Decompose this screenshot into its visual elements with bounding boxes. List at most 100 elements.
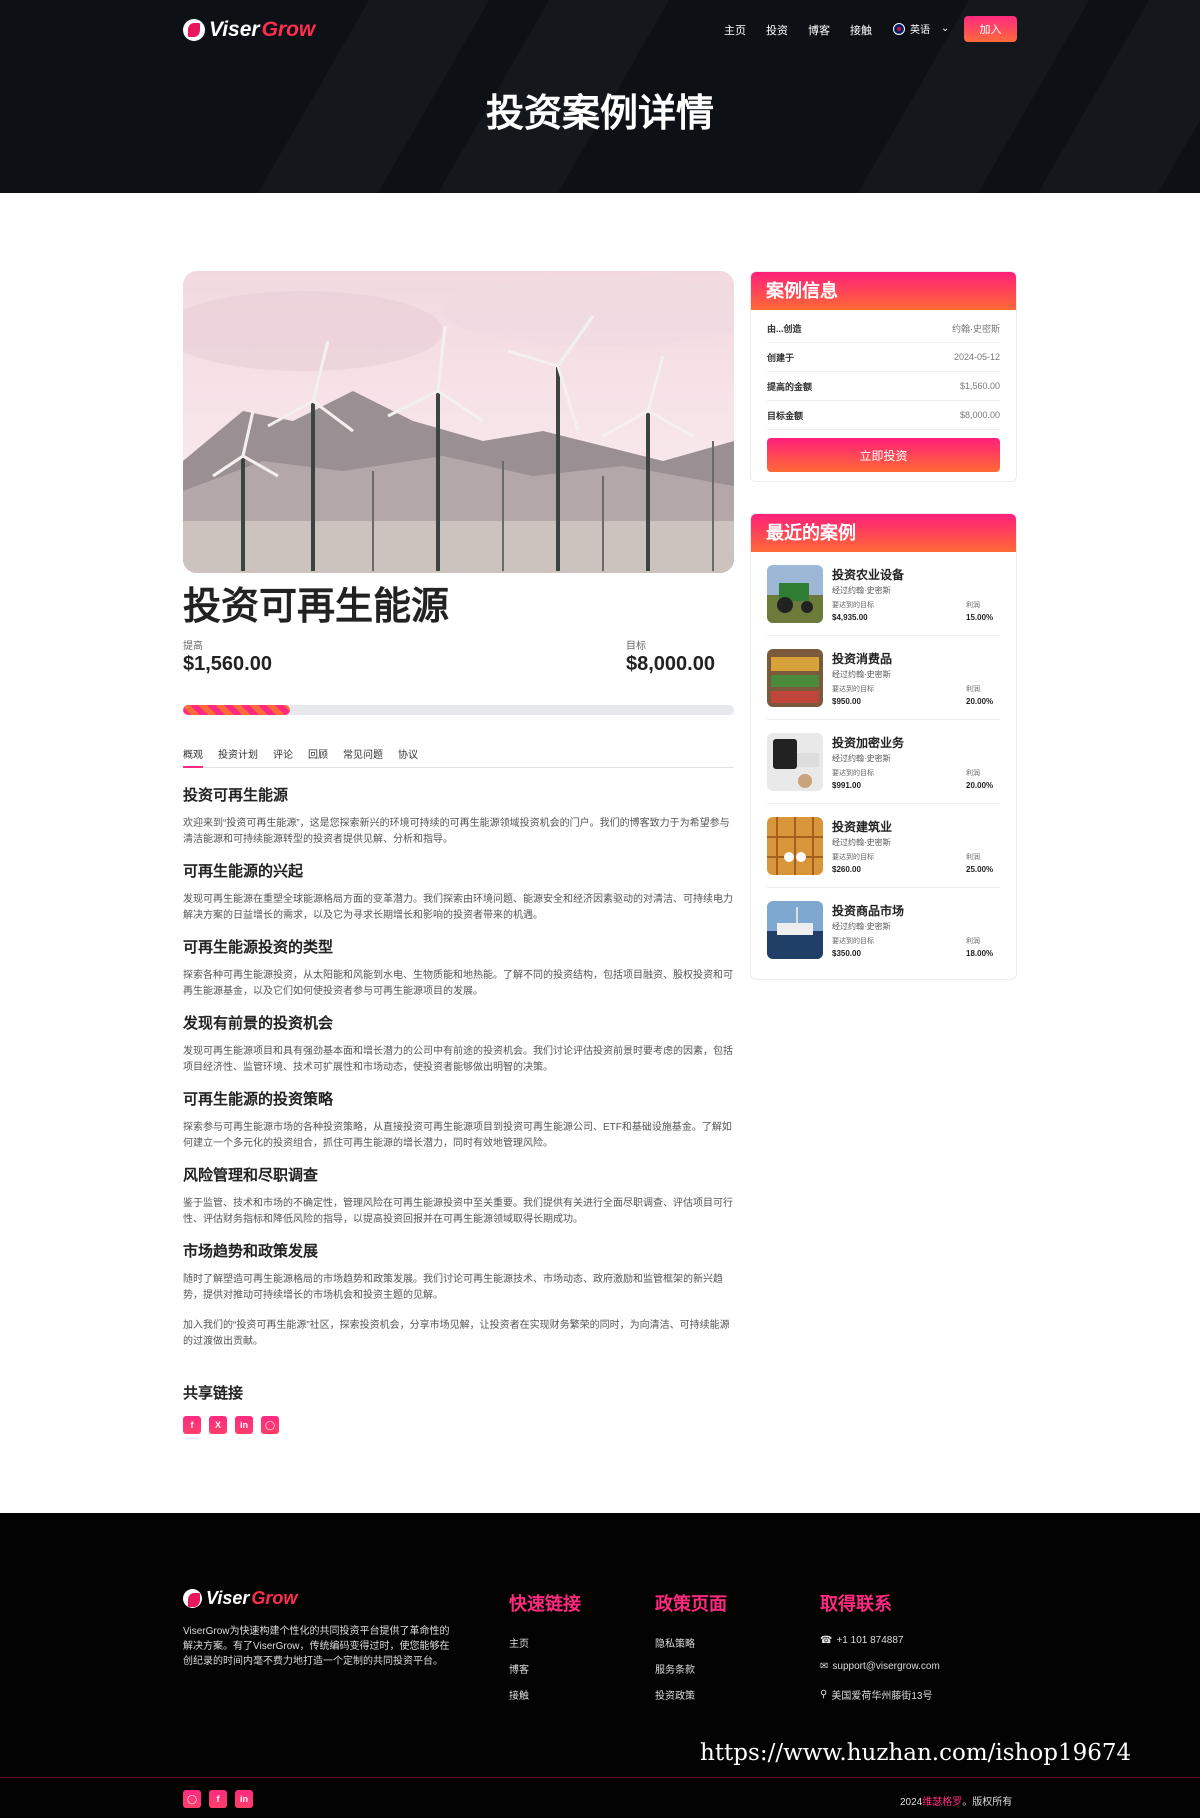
section-text: 发现可再生能源在重塑全球能源格局方面的变革潜力。我们探索由环境问题、能源安全和经…	[183, 894, 733, 921]
recent-case-item[interactable]: 投资农业设备 经过约翰·史密斯 要达到的目标 $4,935.00 利润 15.00%	[767, 552, 1000, 636]
contact-address: ⚲ 美国爱荷华州藤街13号	[820, 1687, 932, 1702]
tab-faq[interactable]: 常见问题	[343, 746, 383, 768]
case-image	[183, 271, 734, 573]
recent-case-item[interactable]: 投资建筑业 经过约翰·史密斯 要达到的目标 $260.00 利润 25.00%	[767, 804, 1000, 888]
nav-contact[interactable]: 接触	[850, 22, 872, 38]
footer-link-terms[interactable]: 服务条款	[655, 1661, 695, 1676]
facebook-icon[interactable]: f	[209, 1790, 227, 1808]
logo-text-1: Viser	[209, 18, 260, 41]
logo-text-2: Grow	[251, 1588, 298, 1608]
recent-case-item[interactable]: 投资商品市场 经过约翰·史密斯 要达到的目标 $350.00 利润 18.00%	[767, 888, 1000, 972]
recent-case-item[interactable]: 投资加密业务 经过约翰·史密斯 要达到的目标 $991.00 利润 20.00%	[767, 720, 1000, 804]
linkedin-icon[interactable]: in	[235, 1790, 253, 1808]
instagram-icon[interactable]: ◯	[261, 1416, 279, 1434]
copyright-text: 。版权所有	[962, 1797, 1013, 1808]
profit-label: 利润	[966, 601, 980, 609]
info-row: 创建于 2024-05-12	[767, 343, 1000, 372]
logo-text-2: Grow	[261, 18, 316, 41]
goal-label: 目标	[626, 641, 646, 652]
language-selector[interactable]: 英语 ⌄	[893, 21, 949, 36]
tab-review[interactable]: 回顾	[308, 746, 328, 768]
linkedin-icon[interactable]: in	[235, 1416, 253, 1434]
section-text: 探索各种可再生能源投资，从太阳能和风能到水电、生物质能和地热能。了解不同的投资结…	[183, 970, 733, 997]
goal-label: 要达到的目标	[832, 769, 874, 777]
recent-case-author: 经过约翰·史密斯	[832, 585, 891, 595]
info-key: 创建于	[767, 352, 795, 363]
info-value: $1,560.00	[959, 381, 1000, 391]
share-links: f X in ◯	[183, 1416, 279, 1434]
profit-value: 20.00%	[966, 780, 994, 790]
section-heading: 风险管理和尽职调查	[183, 1167, 319, 1184]
watermark: https://www.huzhan.com/ishop19674	[700, 1740, 1132, 1766]
footer-link-contact[interactable]: 接触	[509, 1687, 529, 1702]
contact-email[interactable]: ✉ support@visergrow.com	[820, 1661, 940, 1672]
x-twitter-icon[interactable]: X	[209, 1416, 227, 1434]
case-info-card: 案例信息 由...创造 约翰·史密斯 创建于 2024-05-12 提高的金额 $1,…	[750, 271, 1017, 482]
footer-link-home[interactable]: 主页	[509, 1635, 529, 1650]
logo-icon	[183, 1589, 202, 1608]
goal-value: $991.00	[832, 780, 861, 790]
section-heading: 可再生能源的兴起	[183, 863, 304, 880]
join-button[interactable]: 加入	[964, 16, 1017, 42]
tab-agreement[interactable]: 协议	[398, 746, 418, 768]
profit-label: 利润	[966, 685, 980, 693]
logo-icon	[183, 19, 205, 41]
info-value: 约翰·史密斯	[952, 323, 1000, 334]
facebook-icon[interactable]: f	[183, 1416, 201, 1434]
section-heading: 市场趋势和政策发展	[183, 1243, 319, 1260]
footer-link-investment-policy[interactable]: 投资政策	[655, 1687, 695, 1702]
mail-icon: ✉	[820, 1661, 829, 1672]
invest-now-button[interactable]: 立即投资	[767, 438, 1000, 472]
quick-links-title: 快速链接	[509, 1594, 581, 1614]
section-text: 发现可再生能源项目和具有强劲基本面和增长潜力的公司中有前途的投资机会。我们讨论评…	[183, 1046, 733, 1073]
footer-link-privacy[interactable]: 隐私策略	[655, 1635, 695, 1650]
tab-overview[interactable]: 概观	[183, 746, 203, 768]
info-value: 2024-05-12	[953, 352, 1000, 362]
section-text: 随时了解塑造可再生能源格局的市场趋势和政策发展。我们讨论可再生能源技术、市场动态…	[183, 1274, 723, 1301]
copyright: 2024维瑟格罗。版权所有	[900, 1793, 1012, 1808]
footer-about: ViserGrow为快速构建个性化的共同投资平台提供了革命性的解决方案。有了Vi…	[183, 1626, 450, 1667]
section-text: 探索参与可再生能源市场的各种投资策略，从直接投资可再生能源项目到投资可再生能源公…	[183, 1122, 732, 1149]
copyright-brand[interactable]: 维瑟格罗	[922, 1797, 962, 1808]
contact-phone[interactable]: ☎ +1 101 874887	[820, 1635, 903, 1646]
language-label: 英语	[910, 25, 930, 36]
footer-logo[interactable]: Viser Grow	[183, 1588, 297, 1609]
recent-case-thumbnail	[767, 816, 823, 875]
footer-link-blog[interactable]: 博客	[509, 1661, 529, 1676]
contact-title: 取得联系	[820, 1594, 892, 1614]
location-pin-icon: ⚲	[820, 1689, 828, 1700]
tab-comments[interactable]: 评论	[273, 746, 293, 768]
logo[interactable]: Viser Grow	[183, 18, 315, 42]
profit-value: 15.00%	[966, 612, 994, 622]
goal-label: 要达到的目标	[832, 938, 874, 945]
section-heading: 可再生能源的投资策略	[183, 1091, 334, 1108]
recent-case-thumbnail	[767, 648, 823, 707]
recent-case-thumbnail	[767, 564, 823, 623]
nav-home[interactable]: 主页	[724, 22, 746, 38]
uk-flag-icon	[893, 22, 905, 35]
share-title: 共享链接	[183, 1385, 244, 1402]
info-value: $8,000.00	[959, 410, 1000, 420]
case-article: 投资可再生能源 欢迎来到“投资可再生能源”，这是您探索新兴的环境可持续的可再生能…	[183, 780, 734, 1364]
page-footer	[0, 1513, 1200, 1818]
main-nav: 主页 投资 博客 接触	[724, 22, 892, 38]
recent-cases-card: 最近的案例 投资农业设备 经过约翰·史密斯 要达到的目标 $4,935.00 利润…	[750, 513, 1017, 980]
tab-investment-plan[interactable]: 投资计划	[218, 746, 258, 768]
footer-social-links: ◯ f in	[183, 1790, 253, 1808]
nav-blog[interactable]: 博客	[808, 22, 830, 38]
profit-value: 20.00%	[966, 696, 994, 706]
footer-divider	[0, 1777, 1200, 1778]
raised-label: 提高	[183, 641, 203, 652]
progress-fill	[183, 705, 291, 715]
instagram-icon[interactable]: ◯	[183, 1790, 201, 1808]
info-key: 提高的金额	[767, 381, 813, 392]
nav-invest[interactable]: 投资	[766, 22, 788, 38]
recent-case-item[interactable]: 投资消费品 经过约翰·史密斯 要达到的目标 $950.00 利润 20.00%	[767, 636, 1000, 720]
recent-case-author: 经过约翰·史密斯	[832, 922, 891, 931]
policy-title: 政策页面	[655, 1594, 727, 1614]
profit-value: 18.00%	[966, 949, 994, 958]
section-heading: 投资可再生能源	[183, 787, 289, 804]
info-row: 目标金额 $8,000.00	[767, 401, 1000, 430]
profit-label: 利润	[966, 769, 980, 777]
profit-value: 25.00%	[966, 864, 994, 874]
